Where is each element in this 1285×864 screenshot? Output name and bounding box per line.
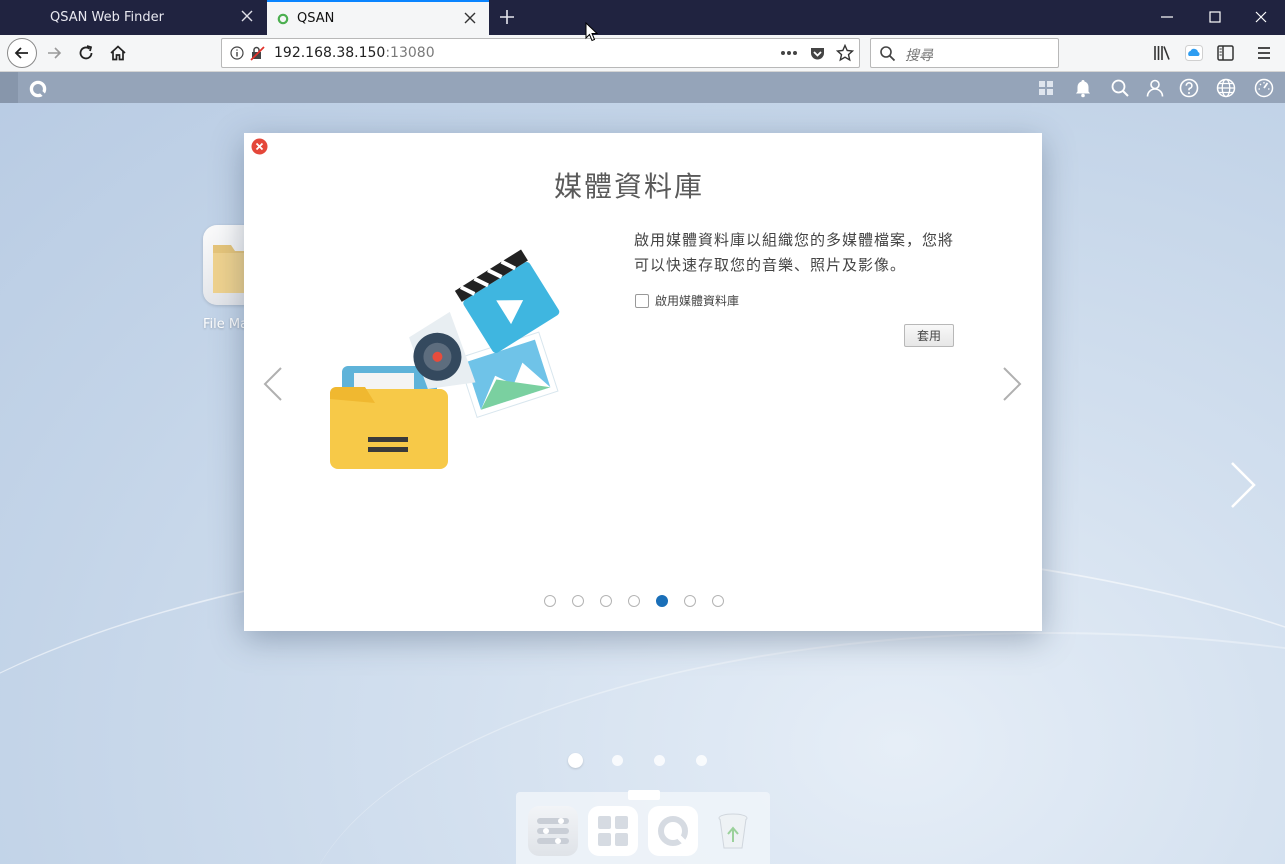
apply-button[interactable]: 套用 — [904, 324, 954, 347]
search-icon[interactable] — [1109, 77, 1131, 99]
dock-handle[interactable] — [628, 790, 660, 800]
dock-recycle-bin[interactable] — [708, 806, 758, 856]
slide-dot-7[interactable] — [712, 595, 724, 607]
slide-dot-2[interactable] — [572, 595, 584, 607]
reload-button[interactable] — [73, 40, 99, 66]
dock-app-center[interactable] — [588, 806, 638, 856]
library-icon[interactable] — [1153, 45, 1171, 61]
pocket-icon[interactable] — [809, 45, 826, 62]
search-bar[interactable]: 搜尋 — [870, 38, 1059, 68]
url-bar[interactable]: 192.168.38.150:13080 — [221, 38, 860, 68]
control-panel-icon — [537, 818, 569, 844]
browser-navbar: 192.168.38.150:13080 搜尋 — [0, 35, 1285, 72]
window-close-icon[interactable] — [1254, 10, 1268, 24]
tab-qsan[interactable]: QSAN — [267, 0, 489, 35]
minimize-icon[interactable] — [1160, 10, 1174, 24]
qsan-favicon-icon — [277, 13, 289, 24]
desktop-next-page-arrow-icon[interactable] — [1228, 460, 1258, 510]
slide-dot-3[interactable] — [600, 595, 612, 607]
checkbox-label: 啟用媒體資料庫 — [655, 294, 740, 308]
dialog-description: 啟用媒體資料庫以組織您的多媒體檔案，您將可以快速存取您的音樂、照片及影像。 — [634, 231, 955, 274]
qsan-logo-icon[interactable] — [27, 78, 49, 100]
browser-titlebar: QSAN Web Finder QSAN — [0, 0, 1285, 35]
new-tab-icon[interactable] — [498, 8, 516, 26]
more-icon[interactable] — [780, 50, 798, 56]
nas-topbar — [0, 72, 1285, 103]
dashboard-gauge-icon[interactable] — [1253, 77, 1275, 99]
app-center-icon — [598, 816, 628, 846]
arrow-right-icon — [48, 47, 62, 59]
enable-media-library-checkbox[interactable]: 啟用媒體資料庫 — [635, 292, 739, 309]
tab-title: QSAN — [297, 11, 335, 26]
user-icon[interactable] — [1144, 77, 1166, 99]
url-host: 192.168.38.150 — [274, 45, 386, 61]
apps-grid-icon[interactable] — [1035, 77, 1057, 99]
app-label: File Ma — [203, 317, 249, 332]
dock-qsan-app[interactable] — [648, 806, 698, 856]
bell-icon[interactable] — [1072, 77, 1094, 99]
tab-title: QSAN Web Finder — [50, 10, 164, 25]
topbar-edge — [0, 72, 18, 103]
recycle-bin-icon — [718, 813, 748, 849]
cloud-sync-icon[interactable] — [1185, 45, 1203, 61]
arrow-left-icon — [14, 47, 28, 59]
bookmark-star-icon[interactable] — [836, 44, 854, 62]
menu-icon[interactable] — [1256, 46, 1272, 60]
page-dot-4[interactable] — [696, 755, 707, 766]
url-port: :13080 — [385, 45, 435, 61]
mouse-cursor-icon — [585, 22, 599, 42]
search-placeholder: 搜尋 — [905, 48, 933, 64]
app-dock — [516, 790, 770, 864]
close-icon[interactable] — [251, 138, 268, 155]
back-button[interactable] — [7, 38, 37, 68]
close-icon[interactable] — [463, 11, 477, 25]
media-library-dialog: 媒體資料庫 啟用媒體資料庫以組織您的多媒體檔案，您將可以快速存取您的音樂、照片及… — [244, 133, 1042, 631]
slide-dot-6[interactable] — [684, 595, 696, 607]
info-icon[interactable] — [230, 46, 244, 60]
home-button[interactable] — [105, 40, 131, 66]
home-icon — [110, 45, 126, 61]
maximize-icon[interactable] — [1208, 10, 1222, 24]
help-icon[interactable] — [1178, 77, 1200, 99]
sidebar-toggle-icon[interactable] — [1217, 45, 1234, 61]
previous-slide-arrow-icon[interactable] — [262, 366, 284, 402]
insecure-lock-icon[interactable] — [249, 45, 265, 61]
forward-button[interactable] — [41, 40, 67, 66]
page-dot-3[interactable] — [654, 755, 665, 766]
slide-dot-5[interactable] — [656, 595, 668, 607]
checkbox-box[interactable] — [635, 293, 649, 308]
url-text[interactable]: 192.168.38.150:13080 — [274, 45, 435, 61]
next-slide-arrow-icon[interactable] — [1001, 366, 1023, 402]
slide-dot-4[interactable] — [628, 595, 640, 607]
tab-qsan-web-finder[interactable]: QSAN Web Finder — [40, 0, 266, 35]
dock-control-panel[interactable] — [528, 806, 578, 856]
globe-icon[interactable] — [1215, 77, 1237, 99]
reload-icon — [79, 45, 93, 60]
dialog-title: 媒體資料庫 — [553, 170, 704, 203]
page-dot-2[interactable] — [612, 755, 623, 766]
qsan-q-icon — [658, 816, 688, 846]
page-dot-1[interactable] — [568, 753, 583, 768]
close-icon[interactable] — [240, 9, 254, 23]
media-library-illustration — [330, 249, 560, 469]
slide-dot-1[interactable] — [544, 595, 556, 607]
search-icon — [880, 46, 896, 62]
